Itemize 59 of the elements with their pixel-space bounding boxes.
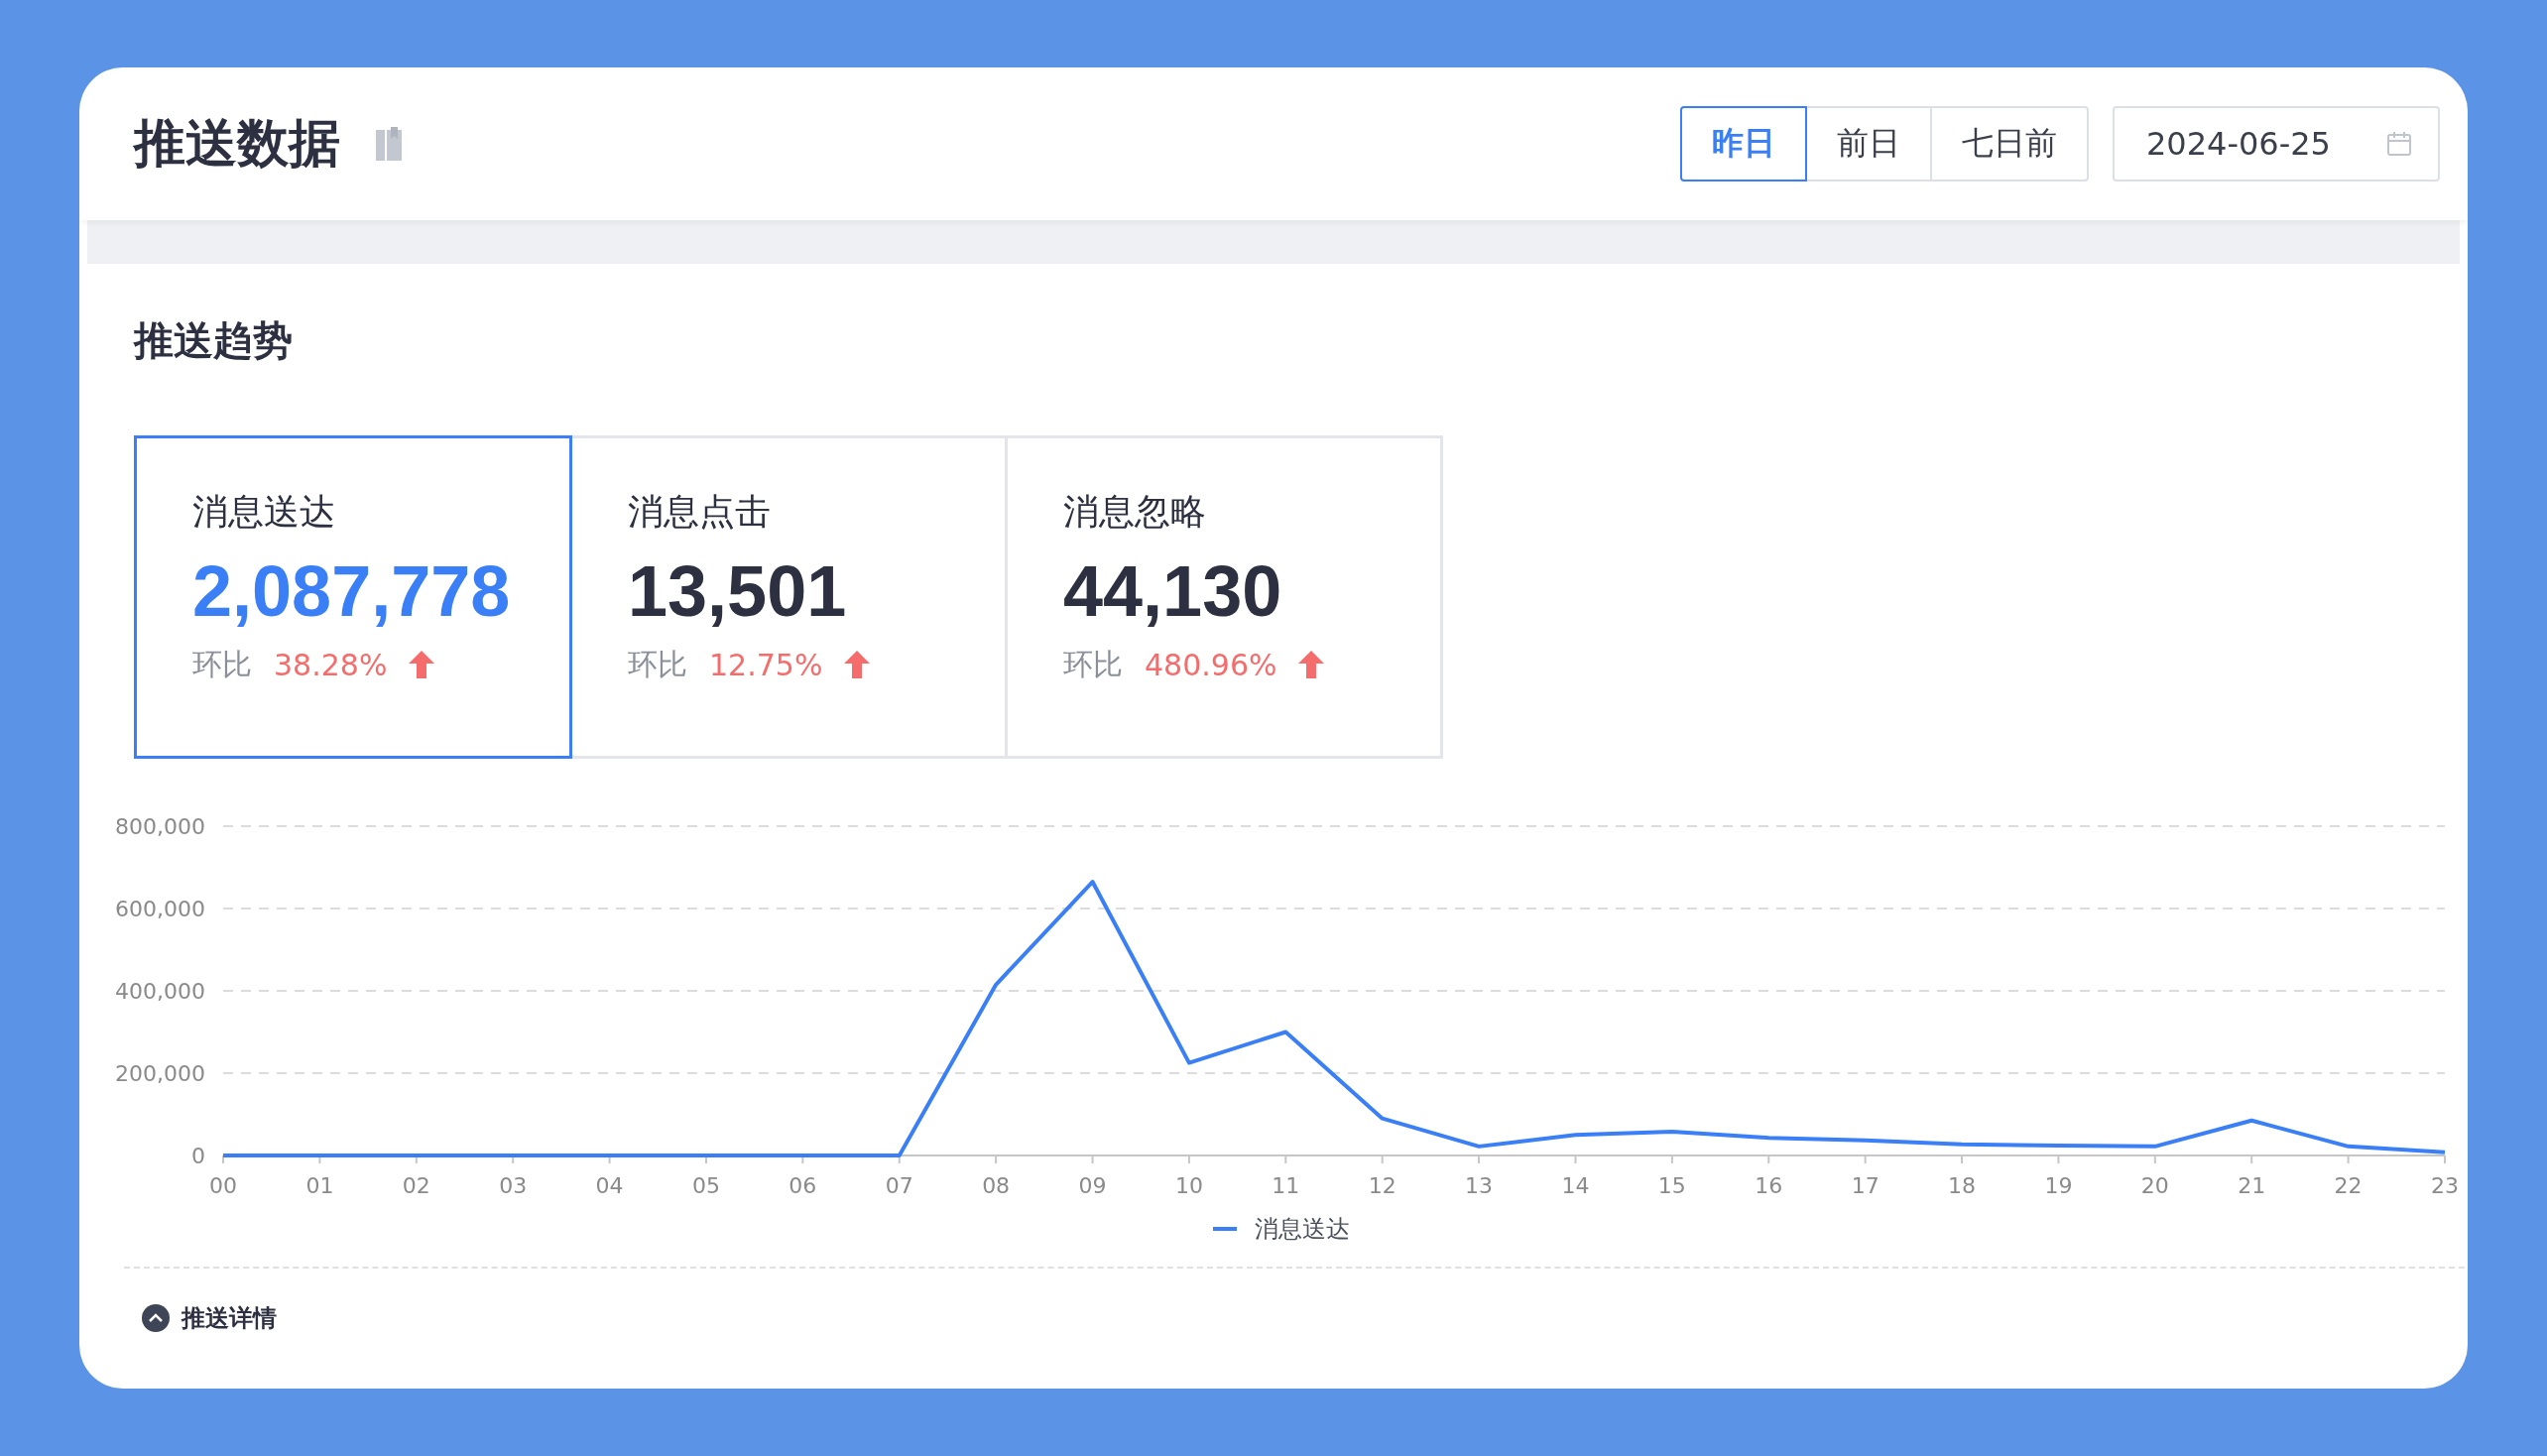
compare-label: 环比 <box>628 645 687 683</box>
book-icon <box>376 127 402 161</box>
arrow-up-icon <box>1298 651 1325 679</box>
metric-value: 44,130 <box>1063 550 1282 633</box>
metric-value: 2,087,778 <box>192 550 511 633</box>
x-axis-label: 16 <box>1755 1173 1783 1198</box>
x-axis-label: 09 <box>1078 1173 1107 1198</box>
date-field[interactable]: 2024-06-25 <box>2113 106 2440 182</box>
x-axis-label: 11 <box>1272 1173 1300 1198</box>
x-axis-label: 23 <box>2431 1173 2459 1198</box>
x-axis-label: 18 <box>1948 1173 1977 1198</box>
legend-label[interactable]: 消息送达 <box>1254 1213 1350 1245</box>
range-button[interactable]: 昨日 <box>1680 106 1807 182</box>
arrow-up-icon <box>844 651 871 679</box>
range-button[interactable]: 七日前 <box>1930 106 2089 182</box>
x-axis-label: 03 <box>499 1173 528 1198</box>
x-axis-label: 17 <box>1851 1173 1880 1198</box>
compare-label: 环比 <box>1063 645 1123 683</box>
x-axis-label: 01 <box>305 1173 334 1198</box>
x-axis-label: 02 <box>402 1173 430 1198</box>
x-axis-label: 05 <box>691 1173 720 1198</box>
y-axis-label: 600,000 <box>115 897 205 921</box>
change-value: 480.96% <box>1145 647 1277 682</box>
x-axis-label: 15 <box>1657 1173 1686 1198</box>
metric-label: 消息忽略 <box>1063 490 1207 534</box>
calendar-icon <box>2386 131 2412 157</box>
x-axis-label: 06 <box>788 1173 817 1198</box>
y-axis-label: 0 <box>191 1144 205 1168</box>
x-axis-label: 00 <box>209 1173 237 1198</box>
metric-card[interactable]: 消息点击 13,501 环比 12.75% <box>569 435 1008 759</box>
x-axis-label: 19 <box>2044 1173 2073 1198</box>
x-axis-label: 04 <box>595 1173 624 1198</box>
x-axis-label: 13 <box>1465 1173 1494 1198</box>
metric-card[interactable]: 消息送达 2,087,778 环比 38.28% <box>134 435 572 759</box>
x-axis-label: 20 <box>2140 1173 2169 1198</box>
x-axis-label: 22 <box>2334 1173 2363 1198</box>
metric-label: 消息点击 <box>628 490 772 534</box>
x-axis-label: 14 <box>1561 1173 1590 1198</box>
y-axis-label: 800,000 <box>115 818 205 839</box>
metric-value: 13,501 <box>628 550 847 633</box>
x-axis-label: 08 <box>982 1173 1011 1198</box>
range-button[interactable]: 前日 <box>1805 106 1932 182</box>
x-axis-label: 07 <box>885 1173 913 1198</box>
change-value: 38.28% <box>274 647 388 682</box>
compare-label: 环比 <box>192 645 252 683</box>
x-axis-label: 21 <box>2238 1173 2266 1198</box>
collapse-icon[interactable] <box>142 1304 170 1332</box>
x-axis-label: 10 <box>1174 1173 1203 1198</box>
section-title: 推送趋势 <box>134 316 294 365</box>
y-axis-label: 400,000 <box>115 979 205 1004</box>
x-axis-label: 12 <box>1368 1173 1396 1198</box>
y-axis-label: 200,000 <box>115 1061 205 1086</box>
legend-swatch <box>1212 1227 1237 1231</box>
change-value: 12.75% <box>709 647 823 682</box>
metric-card[interactable]: 消息忽略 44,130 环比 480.96% <box>1005 435 1443 759</box>
page-title: 推送数据 <box>134 112 340 175</box>
arrow-up-icon <box>409 651 435 679</box>
metric-label: 消息送达 <box>192 490 336 534</box>
section-toggle[interactable]: 推送详情 <box>182 1302 277 1334</box>
